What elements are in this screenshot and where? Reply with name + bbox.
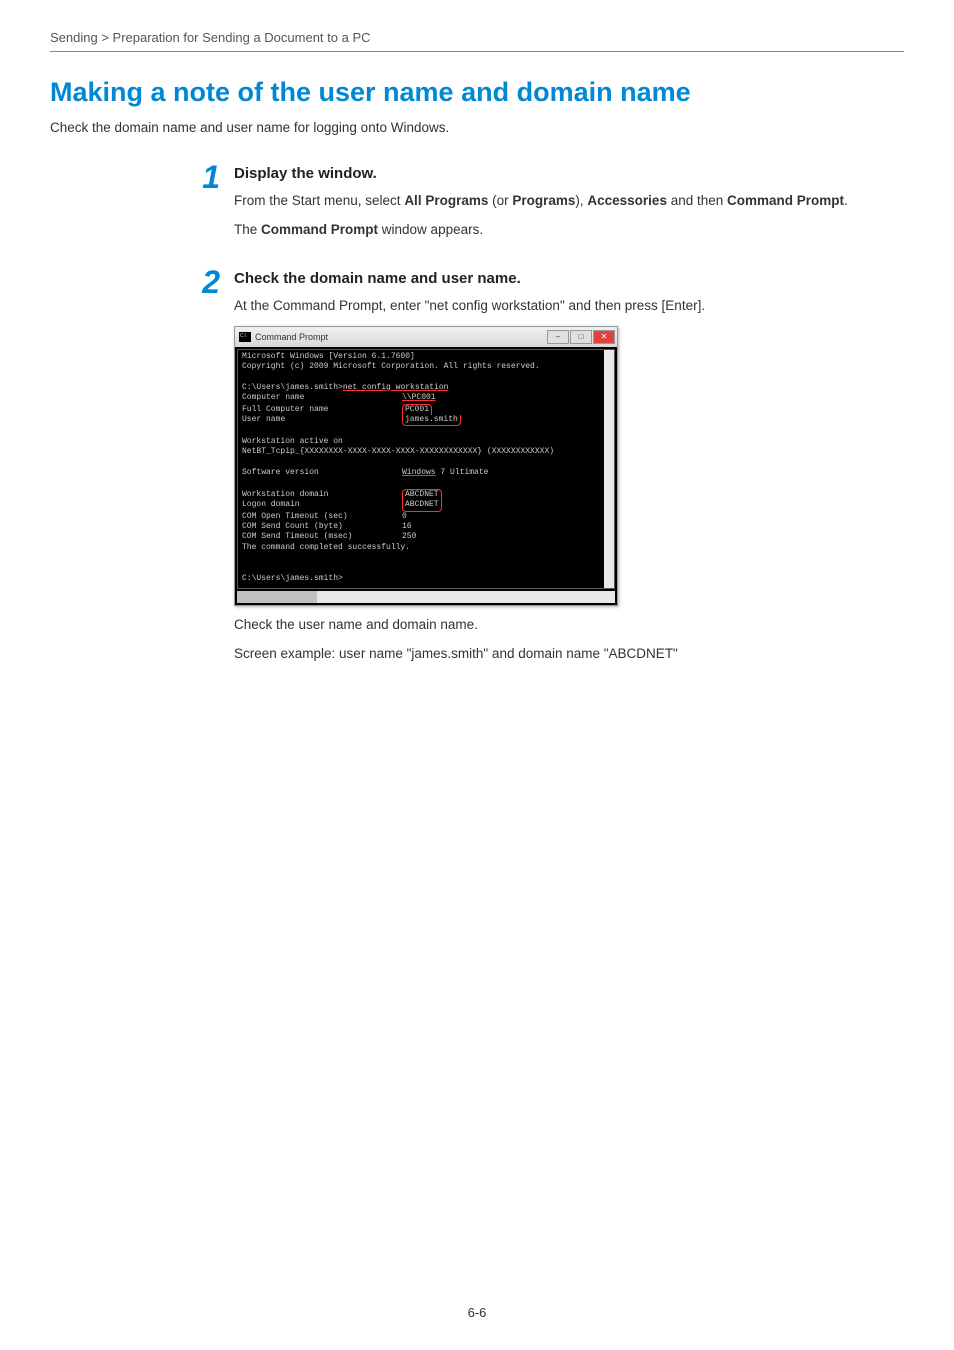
page-title: Making a note of the user name and domai… [50, 77, 904, 108]
cmd-line: Full Computer namePC001 [242, 404, 610, 415]
cmd-line: Logon domainABCDNET [242, 500, 610, 511]
breadcrumb: Sending > Preparation for Sending a Docu… [50, 30, 904, 45]
cmd-line: COM Open Timeout (sec)0 [242, 512, 610, 522]
maximize-button[interactable]: □ [570, 330, 592, 344]
cmd-line [242, 458, 610, 468]
command-prompt-titlebar: Command Prompt – □ ✕ [235, 327, 617, 347]
scrollbar-vertical[interactable] [604, 350, 614, 588]
cmd-line: Computer name\\PC001 [242, 393, 610, 403]
cmd-line [242, 478, 610, 488]
cmd-line: The command completed successfully. [242, 543, 610, 553]
cmd-line: Workstation active on [242, 437, 610, 447]
step-1: 1 Display the window. From the Start men… [50, 165, 904, 250]
step-2: 2 Check the domain name and user name. A… [50, 270, 904, 674]
close-button[interactable]: ✕ [593, 330, 615, 344]
step-2-body-2: Check the user name and domain name. [234, 616, 904, 635]
intro-text: Check the domain name and user name for … [50, 120, 904, 135]
step-1-title: Display the window. [234, 165, 904, 182]
step-2-body-1: At the Command Prompt, enter "net config… [234, 297, 904, 316]
step-2-title: Check the domain name and user name. [234, 270, 904, 287]
cmd-line [242, 426, 610, 436]
cmd-line: NetBT_Tcpip_{XXXXXXXX-XXXX-XXXX-XXXX-XXX… [242, 447, 610, 457]
step-1-number: 1 [185, 161, 220, 250]
step-1-body-1: From the Start menu, select All Programs… [234, 192, 904, 211]
cmd-line: C:\Users\james.smith> [242, 574, 610, 584]
cmd-line [242, 372, 610, 382]
command-prompt-body: Microsoft Windows [Version 6.1.7600] Cop… [237, 349, 615, 589]
cmd-line: Software versionWindows 7 Ultimate [242, 468, 610, 478]
cmd-line: C:\Users\james.smith>net config workstat… [242, 383, 610, 393]
step-2-body-3: Screen example: user name "james.smith" … [234, 645, 904, 664]
page-number: 6-6 [0, 1305, 954, 1320]
cmd-line: COM Send Timeout (msec)250 [242, 532, 610, 542]
cmd-line: COM Send Count (byte)16 [242, 522, 610, 532]
step-1-body-2: The Command Prompt window appears. [234, 221, 904, 240]
step-2-number: 2 [185, 266, 220, 674]
command-prompt-icon [239, 332, 251, 342]
scrollbar-horizontal[interactable] [237, 591, 615, 603]
cmd-line [242, 563, 610, 573]
minimize-button[interactable]: – [547, 330, 569, 344]
cmd-line: Workstation domainABCDNET [242, 489, 610, 500]
cmd-line: Microsoft Windows [Version 6.1.7600] [242, 352, 610, 362]
command-prompt-title: Command Prompt [255, 332, 328, 342]
divider [50, 51, 904, 52]
cmd-line: User namejames.smith [242, 415, 610, 426]
command-prompt-window: Command Prompt – □ ✕ Microsoft Windows [… [234, 326, 618, 606]
cmd-line: Copyright (c) 2009 Microsoft Corporation… [242, 362, 610, 372]
cmd-line [242, 553, 610, 563]
